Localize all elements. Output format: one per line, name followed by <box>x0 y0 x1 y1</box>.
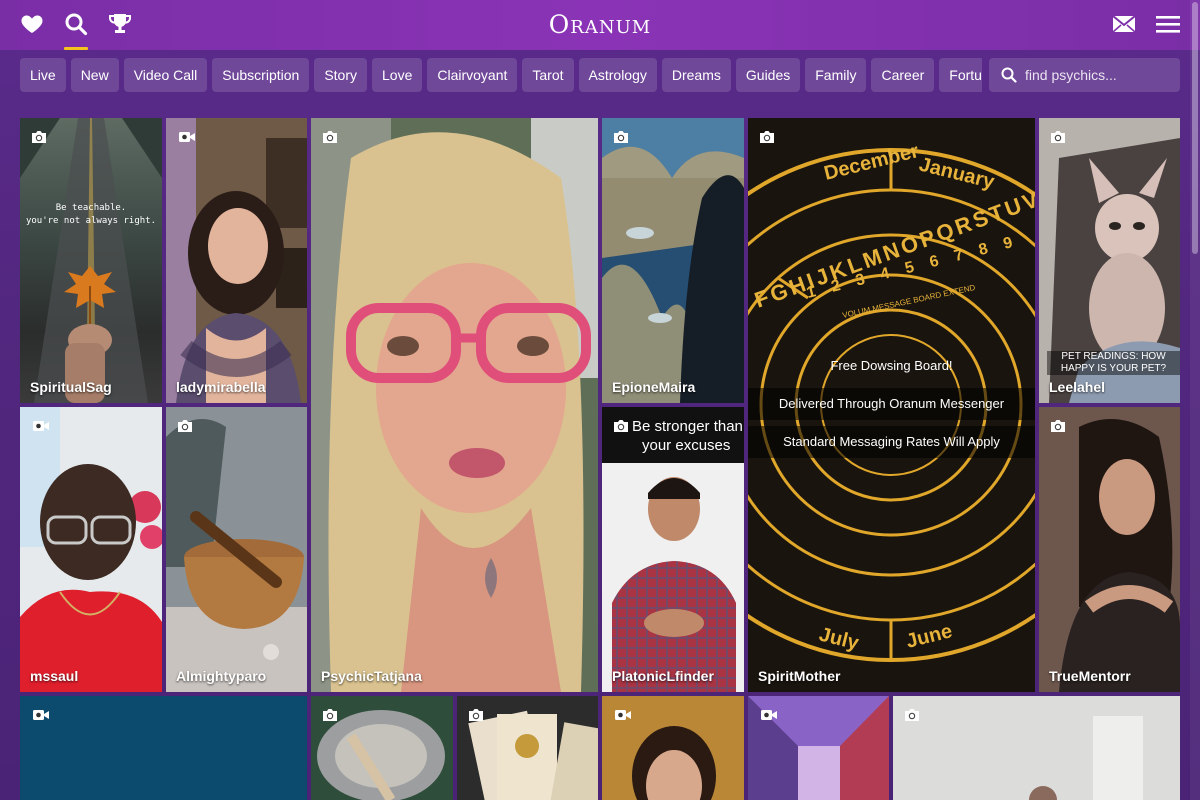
psychic-tile[interactable] <box>311 696 453 800</box>
psychic-tile[interactable] <box>748 696 889 800</box>
promo-overlay: Free Dowsing Board! Delivered Through Or… <box>748 356 1035 458</box>
psychic-name: TrueMentorr <box>1049 668 1131 684</box>
camera-icon <box>322 708 338 722</box>
camera-icon <box>31 130 47 144</box>
psychic-tile-platoniclfinder[interactable]: Be stronger than your excuses PlatonicLf… <box>602 407 744 692</box>
camera-icon <box>322 130 338 144</box>
camera-icon <box>759 130 775 144</box>
man-portrait-image <box>602 463 744 692</box>
image-caption: Be teachable. you're not always right. <box>20 202 162 228</box>
camera-icon <box>468 708 484 722</box>
camera-icon <box>1050 419 1066 433</box>
scrollbar-thumb[interactable] <box>1192 2 1198 254</box>
page-scrollbar[interactable] <box>1190 0 1200 800</box>
man-portrait-image <box>20 407 162 692</box>
category-new[interactable]: New <box>70 58 119 92</box>
category-fortune[interactable]: Fortu <box>939 58 982 92</box>
woman-portrait-image <box>166 118 307 403</box>
psychic-tile-almightyparo[interactable]: Almightyparo <box>166 407 307 692</box>
promo-line: Delivered Through Oranum Messenger <box>748 388 1035 420</box>
caption-line: Be teachable. <box>55 203 127 213</box>
image-caption: PET READINGS: HOW HAPPY IS YOUR PET? <box>1047 351 1180 375</box>
psychic-name: Leelahel <box>1049 379 1106 395</box>
psychic-name: mssaul <box>30 668 79 684</box>
category-subscription[interactable]: Subscription <box>212 58 310 92</box>
category-family[interactable]: Family <box>805 58 867 92</box>
psychic-name: SpiritMother <box>758 668 841 684</box>
camera-icon <box>177 419 193 433</box>
category-career[interactable]: Career <box>871 58 935 92</box>
psychic-tile-spiritmother[interactable]: December January July June FGHIJKLMNOPQR… <box>748 118 1035 692</box>
psychic-tile-epionemaira[interactable]: EpioneMaira <box>602 118 744 403</box>
category-live[interactable]: Live <box>20 58 66 92</box>
video-icon <box>759 708 779 722</box>
psychic-tile-psychictatjana[interactable]: PsychicTatjana <box>311 118 598 692</box>
quote-text: Be stronger than your excuses <box>632 417 744 455</box>
category-tarot[interactable]: Tarot <box>522 58 574 92</box>
camera-icon <box>904 708 920 722</box>
psychic-tile-leelahel[interactable]: PET READINGS: HOW HAPPY IS YOUR PET? Lee… <box>1039 118 1180 403</box>
psychic-tile[interactable] <box>602 696 744 800</box>
category-clairvoyant[interactable]: Clairvoyant <box>427 58 518 92</box>
oranum-logo[interactable]: Oranum <box>0 10 1200 39</box>
psychic-tile[interactable] <box>893 696 1180 800</box>
aquarium-image <box>602 118 744 403</box>
promo-line: Standard Messaging Rates Will Apply <box>748 426 1035 458</box>
top-navigation-bar: Oranum <box>0 0 1200 50</box>
search-icon <box>1001 67 1017 83</box>
quote-line: your excuses <box>642 437 731 454</box>
video-icon <box>31 419 51 433</box>
category-story[interactable]: Story <box>314 58 367 92</box>
psychic-tile[interactable] <box>20 696 307 800</box>
room-image <box>893 696 1180 800</box>
category-guides[interactable]: Guides <box>735 58 801 92</box>
category-video-call[interactable]: Video Call <box>123 58 208 92</box>
psychic-name: SpiritualSag <box>30 379 112 395</box>
promo-line: Free Dowsing Board! <box>830 358 953 373</box>
camera-icon <box>1050 130 1066 144</box>
caption-line: you're not always right. <box>25 216 157 226</box>
category-love[interactable]: Love <box>372 58 423 92</box>
video-icon <box>177 130 197 144</box>
category-filter-bar: Live New Video Call Subscription Story L… <box>20 58 982 92</box>
video-icon <box>31 708 51 722</box>
active-tab-indicator <box>64 47 88 50</box>
psychic-name: EpioneMaira <box>612 379 696 395</box>
camera-icon <box>613 130 629 144</box>
psychic-tile-mssaul[interactable]: mssaul <box>20 407 162 692</box>
singing-bowl-image <box>166 407 307 692</box>
category-astrology[interactable]: Astrology <box>578 58 657 92</box>
psychic-tile-ladymirabella[interactable]: ladymirabella <box>166 118 307 403</box>
woman-selfie-image <box>311 118 598 692</box>
search-input[interactable] <box>1025 58 1175 92</box>
psychic-name: Almightyparo <box>176 668 267 684</box>
camera-icon <box>613 419 629 433</box>
psychic-name: ladymirabella <box>176 379 266 395</box>
hamburger-menu-icon[interactable] <box>1156 14 1182 40</box>
psychic-name: PsychicTatjana <box>321 668 422 684</box>
road-autumn-leaf-image <box>20 118 162 403</box>
psychic-tile-spiritualsag[interactable]: Be teachable. you're not always right. S… <box>20 118 162 403</box>
woman-portrait-image <box>1039 407 1180 692</box>
video-icon <box>613 708 633 722</box>
mail-icon[interactable] <box>1112 14 1138 40</box>
quote-line: Be stronger than <box>632 418 743 435</box>
category-dreams[interactable]: Dreams <box>661 58 731 92</box>
psychic-name: PlatonicLfinder <box>612 668 714 684</box>
psychic-tile-truementorr[interactable]: TrueMentorr <box>1039 407 1180 692</box>
search-box <box>989 58 1180 92</box>
psychic-tile[interactable] <box>457 696 598 800</box>
